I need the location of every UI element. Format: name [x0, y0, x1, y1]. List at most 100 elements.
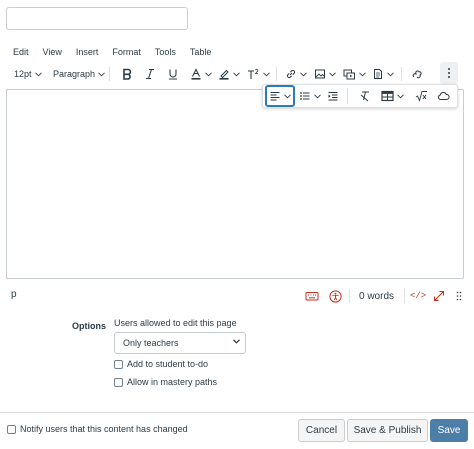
menu-edit[interactable]: Edit: [6, 44, 36, 60]
notify-checkbox-label: Notify users that this content has chang…: [20, 424, 188, 434]
save-button[interactable]: Save: [430, 419, 468, 442]
menu-tools[interactable]: Tools: [148, 44, 183, 60]
chevron-down-icon: [329, 71, 336, 76]
table-button[interactable]: [381, 86, 404, 106]
more-toolbar-button[interactable]: [440, 62, 458, 84]
underline-icon: [169, 69, 177, 80]
bold-button[interactable]: [121, 63, 133, 85]
font-size-dropdown[interactable]: 12pt: [14, 63, 42, 85]
clear-formatting-icon: [360, 91, 369, 102]
save-and-publish-button[interactable]: Save & Publish: [347, 419, 428, 442]
statusbar-divider: [404, 289, 405, 303]
chevron-down-icon: [34, 71, 42, 76]
font-size-value: 12pt: [14, 69, 32, 79]
cancel-button[interactable]: Cancel: [298, 419, 345, 442]
accessibility-icon: [329, 289, 342, 303]
chevron-down-icon: [359, 71, 366, 76]
bold-icon: [123, 68, 132, 80]
html-editor-toggle[interactable]: </>: [410, 288, 426, 304]
document-button[interactable]: [372, 63, 394, 85]
text-color-icon: [191, 68, 201, 80]
chevron-down-icon: [397, 93, 404, 98]
todo-checkbox[interactable]: [114, 359, 123, 369]
menu-format[interactable]: Format: [105, 44, 148, 60]
indent-button[interactable]: [327, 86, 339, 106]
chevron-down-icon: [233, 339, 240, 344]
chevron-down-icon: [205, 71, 212, 76]
clear-formatting-button[interactable]: [359, 86, 371, 106]
page-title-input[interactable]: [6, 7, 188, 30]
align-left-icon: [270, 92, 280, 101]
menu-insert[interactable]: Insert: [69, 44, 106, 60]
word-count-label: 0 words: [359, 290, 395, 302]
mastery-checkbox-row[interactable]: Allow in mastery paths: [114, 376, 217, 388]
editors-select[interactable]: Only teachers: [114, 332, 246, 354]
element-path[interactable]: p: [11, 289, 17, 300]
highlight-color-icon: [219, 69, 229, 80]
editor-menubar: Edit View Insert Format Tools Table: [6, 44, 218, 60]
fullscreen-button[interactable]: [433, 288, 445, 304]
toolbar-divider: [276, 67, 277, 81]
mastery-checkbox[interactable]: [114, 377, 123, 387]
menu-view[interactable]: View: [36, 44, 69, 60]
chevron-down-icon: [284, 93, 291, 98]
chevron-down-icon: [263, 71, 270, 76]
text-color-button[interactable]: [190, 63, 212, 85]
cloud-icon: [438, 91, 450, 100]
todo-checkbox-label: Add to student to-do: [127, 359, 209, 369]
chevron-down-icon: [314, 93, 321, 98]
bulleted-list-button[interactable]: [299, 86, 321, 106]
indent-icon: [328, 92, 338, 101]
overflow-toolbar: [262, 84, 458, 108]
chevron-down-icon: [387, 71, 394, 76]
italic-icon: [146, 68, 154, 80]
editors-select-label: Users allowed to edit this page: [114, 318, 237, 328]
notify-checkbox[interactable]: [7, 424, 16, 434]
chevron-down-icon: [233, 71, 240, 76]
editor-toolbar: 12pt Paragraph: [6, 63, 464, 85]
table-icon: [381, 90, 394, 102]
menu-table[interactable]: Table: [183, 44, 219, 60]
toolbar-divider: [401, 67, 402, 81]
resize-handle[interactable]: [456, 288, 462, 304]
apps-button[interactable]: [411, 63, 423, 85]
editor-statusbar: p 0 words </>: [6, 286, 464, 306]
html-toggle-label: </>: [410, 291, 427, 301]
keyboard-shortcuts-button[interactable]: [305, 288, 319, 304]
accessibility-checker-button[interactable]: [329, 288, 342, 304]
todo-checkbox-row[interactable]: Add to student to-do: [114, 358, 208, 370]
cloud-button[interactable]: [437, 86, 450, 106]
equation-button[interactable]: [415, 86, 428, 106]
keyboard-icon: [305, 292, 319, 301]
word-count[interactable]: 0 words: [359, 288, 394, 304]
italic-button[interactable]: [144, 63, 156, 85]
underline-button[interactable]: [167, 63, 179, 85]
fullscreen-icon: [434, 291, 444, 301]
statusbar-divider: [349, 289, 350, 303]
image-button[interactable]: [314, 63, 336, 85]
highlight-color-button[interactable]: [218, 63, 240, 85]
toolbar-divider: [109, 67, 110, 81]
image-icon: [315, 69, 325, 79]
superscript-button[interactable]: [247, 63, 270, 85]
align-button[interactable]: [265, 85, 295, 107]
chevron-down-icon: [98, 71, 105, 76]
block-format-dropdown[interactable]: Paragraph: [53, 63, 105, 85]
media-icon: [343, 69, 355, 80]
equation-icon: [415, 91, 427, 102]
rich-content-editor-area[interactable]: [6, 89, 464, 279]
mastery-checkbox-label: Allow in mastery paths: [127, 377, 218, 387]
editors-select-value: Only teachers: [123, 338, 179, 348]
more-icon: [448, 68, 450, 78]
bulleted-list-icon: [300, 92, 310, 100]
chevron-down-icon: [300, 71, 307, 76]
link-icon: [286, 69, 296, 79]
options-heading: Options: [72, 321, 106, 331]
footer-divider: [0, 412, 474, 413]
apps-icon: [412, 70, 422, 79]
media-button[interactable]: [343, 63, 366, 85]
document-icon: [374, 69, 382, 79]
block-format-value: Paragraph: [53, 69, 96, 79]
link-button[interactable]: [285, 63, 307, 85]
notify-checkbox-row[interactable]: Notify users that this content has chang…: [7, 423, 188, 435]
